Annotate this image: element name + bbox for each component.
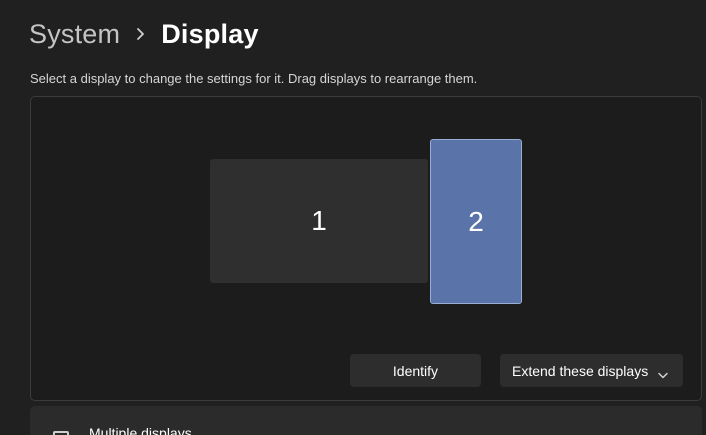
display-mode-dropdown[interactable]: Extend these displays: [500, 354, 683, 387]
breadcrumb: System Display: [29, 14, 259, 54]
multiple-displays-icon: [53, 431, 69, 435]
arrange-instruction: Select a display to change the settings …: [30, 71, 478, 86]
chevron-right-icon: [136, 14, 147, 54]
multiple-displays-label: Multiple displays: [89, 425, 192, 435]
display-arrangement-panel: 1 2 Identify Extend these displays: [30, 96, 702, 401]
display-mode-value: Extend these displays: [512, 362, 649, 379]
identify-button[interactable]: Identify: [350, 354, 481, 387]
display-2-number: 2: [468, 205, 484, 237]
page-title: Display: [161, 18, 259, 49]
chevron-down-icon: [658, 366, 668, 382]
multiple-displays-row[interactable]: Multiple displays: [30, 406, 702, 435]
display-2-tile[interactable]: 2: [430, 139, 522, 304]
display-1-number: 1: [311, 205, 327, 236]
breadcrumb-system-link[interactable]: System: [29, 19, 120, 50]
display-settings-page: System Display Select a display to chang…: [0, 0, 706, 435]
display-1-tile[interactable]: 1: [210, 159, 428, 283]
